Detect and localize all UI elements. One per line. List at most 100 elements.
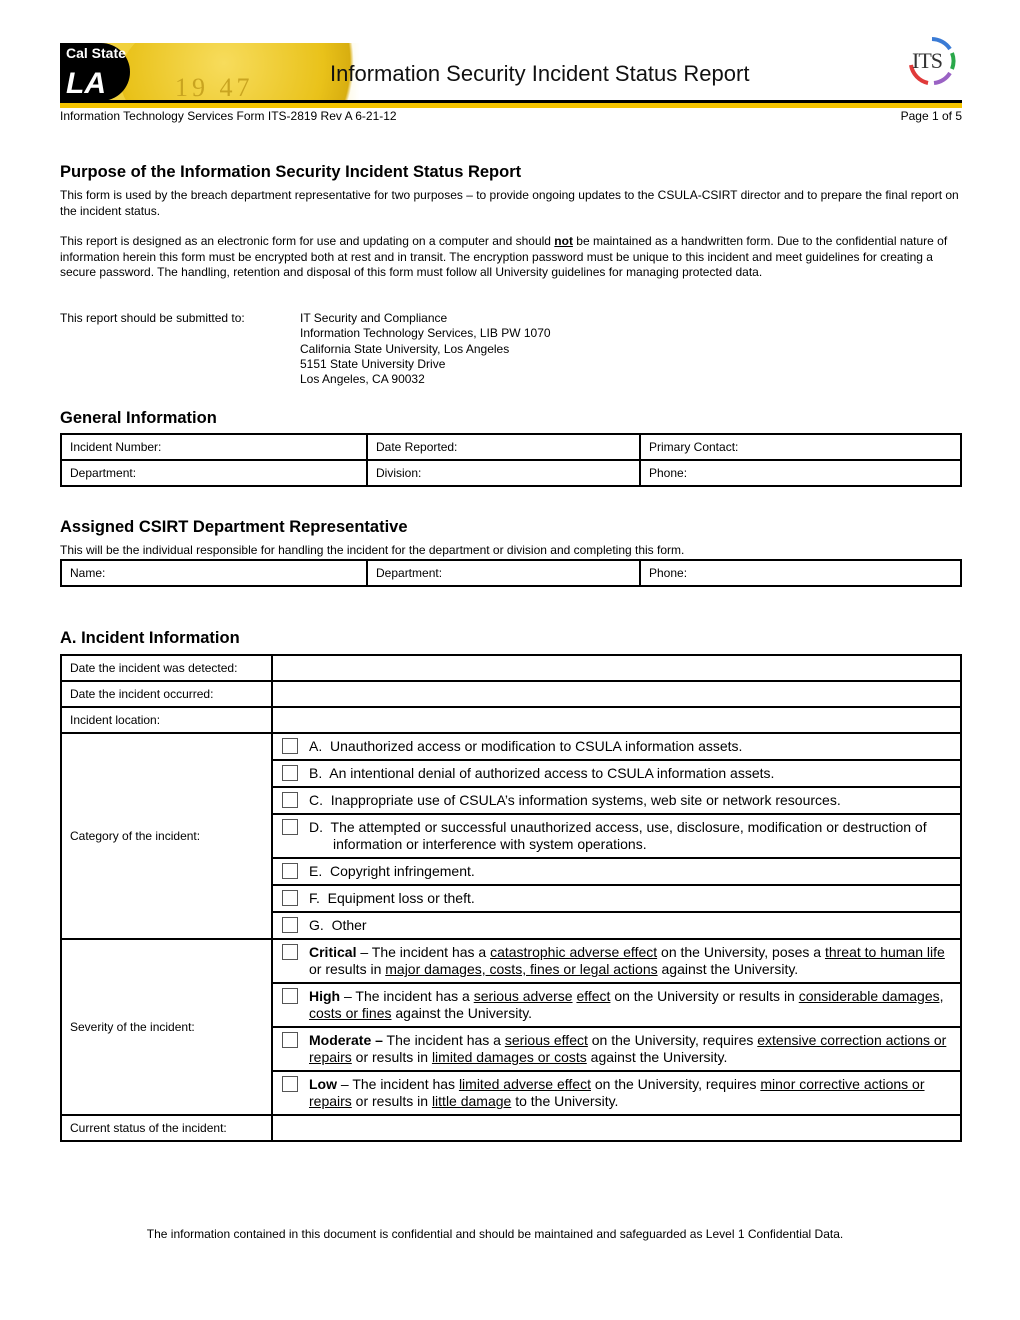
current-status-input[interactable]: [271, 1114, 962, 1142]
csirt-heading: Assigned CSIRT Department Representative: [60, 518, 408, 536]
address-line: IT Security and Compliance: [300, 311, 448, 325]
division-field[interactable]: Division:: [366, 459, 641, 487]
category-label: Category of the incident:: [60, 732, 273, 940]
category-option-g[interactable]: G. Other: [271, 911, 962, 940]
table-row: Severity of the incident: Critical – The…: [60, 938, 962, 1116]
phone-field[interactable]: Phone:: [639, 459, 962, 487]
logo-text-top: Cal State: [66, 45, 126, 61]
option-text: Equipment loss or theft.: [327, 890, 475, 906]
severity-label: Severity of the incident:: [60, 938, 273, 1116]
document-header: 19 47 Cal State LA Information Security …: [60, 37, 962, 101]
checkbox[interactable]: [282, 819, 298, 835]
table-row: Date the incident was detected:: [60, 654, 962, 682]
general-information-heading: General Information: [60, 409, 217, 427]
option-text: Copyright infringement.: [330, 863, 475, 879]
address-line: Information Technology Services, LIB PW …: [300, 326, 551, 341]
severity-option-moderate[interactable]: Moderate – The incident has a serious ef…: [271, 1026, 962, 1072]
address-line: Los Angeles, CA 90032: [300, 372, 425, 387]
submit-to-label: This report should be submitted to:: [60, 311, 245, 325]
logo-text-bottom: LA: [66, 67, 106, 100]
checkbox[interactable]: [282, 1076, 298, 1092]
severity-option-high[interactable]: High – The incident has a serious advers…: [271, 982, 962, 1028]
severity-option-low[interactable]: Low – The incident has limited adverse e…: [271, 1070, 962, 1116]
table-row: Category of the incident: A. Unauthorize…: [60, 732, 962, 940]
category-option-d[interactable]: D. The attempted or successful unauthori…: [271, 813, 962, 859]
checkbox[interactable]: [282, 765, 298, 781]
department-field[interactable]: Department:: [60, 459, 368, 487]
confidentiality-footer: The information contained in this docume…: [146, 1227, 844, 1241]
document-title: Information Security Incident Status Rep…: [330, 61, 750, 86]
university-seal-banner: 19 47 Cal State LA: [60, 43, 360, 101]
option-letter: G.: [309, 917, 324, 933]
primary-contact-field[interactable]: Primary Contact:: [639, 433, 962, 461]
checkbox[interactable]: [282, 944, 298, 960]
page-number: Page 1 of 5: [900, 109, 962, 123]
severity-option-critical[interactable]: Critical – The incident has a catastroph…: [271, 938, 962, 984]
incident-information-table: Date the incident was detected: Date the…: [60, 654, 962, 1142]
purpose-paragraph-2: This report is designed as an electronic…: [60, 234, 962, 281]
option-letter: E.: [309, 863, 323, 879]
category-option-f[interactable]: F. Equipment loss or theft.: [271, 884, 962, 913]
date-reported-field[interactable]: Date Reported:: [366, 433, 641, 461]
purpose-paragraph-1: This form is used by the breach departme…: [60, 188, 959, 218]
para2-emphasis: not: [554, 234, 573, 248]
table-row: Department: Division: Phone:: [60, 459, 962, 487]
date-occurred-input[interactable]: [271, 680, 962, 708]
location-label: Incident location:: [60, 706, 273, 734]
table-row: Incident Number: Date Reported: Primary …: [60, 433, 962, 461]
its-logo-text: ITS: [912, 48, 943, 73]
checkbox[interactable]: [282, 1032, 298, 1048]
csirt-table: Name: Department: Phone:: [60, 559, 962, 587]
option-text: The attempted or successful unauthorized…: [330, 819, 927, 852]
checkbox[interactable]: [282, 792, 298, 808]
category-option-c[interactable]: C. Inappropriate use of CSULA’s informat…: [271, 786, 962, 815]
address-lines: IT Security and Compliance Information T…: [300, 311, 700, 387]
checkbox[interactable]: [282, 738, 298, 754]
table-row: Date the incident occurred:: [60, 680, 962, 708]
option-letter: B.: [309, 765, 323, 781]
location-input[interactable]: [271, 706, 962, 734]
incident-number-field[interactable]: Incident Number:: [60, 433, 368, 461]
incident-information-heading: A. Incident Information: [60, 629, 240, 647]
option-letter: D.: [309, 819, 323, 835]
option-letter: A.: [309, 738, 323, 754]
cal-state-la-logo: Cal State LA: [60, 43, 130, 101]
severity-name: Low: [309, 1076, 337, 1092]
table-row: Incident location:: [60, 706, 962, 734]
rep-name-field[interactable]: Name:: [60, 559, 368, 587]
date-detected-label: Date the incident was detected:: [60, 654, 273, 682]
general-information-table: Incident Number: Date Reported: Primary …: [60, 433, 962, 487]
para2-text: This report is designed as an electronic…: [60, 234, 555, 248]
option-text: Unauthorized access or modification to C…: [330, 738, 743, 754]
purpose-heading: Purpose of the Information Security Inci…: [60, 163, 522, 181]
severity-name: Moderate –: [309, 1032, 383, 1048]
address-line: California State University, Los Angeles: [300, 341, 510, 356]
checkbox[interactable]: [282, 988, 298, 1004]
option-letter: F.: [309, 890, 320, 906]
category-option-e[interactable]: E. Copyright infringement.: [271, 857, 962, 886]
option-text: An intentional denial of authorized acce…: [329, 765, 775, 781]
severity-name: Critical: [309, 944, 357, 960]
checkbox[interactable]: [282, 917, 298, 933]
severity-name: High: [309, 988, 341, 1004]
form-id: Information Technology Services Form ITS…: [60, 109, 397, 123]
option-text: Inappropriate use of CSULA’s information…: [330, 792, 841, 808]
address-line: 5151 State University Drive: [300, 356, 446, 371]
table-row: Name: Department: Phone:: [60, 559, 962, 587]
seal-year: 19 47: [175, 73, 254, 101]
category-option-a[interactable]: A. Unauthorized access or modification t…: [271, 732, 962, 761]
date-occurred-label: Date the incident occurred:: [60, 680, 273, 708]
csirt-description: This will be the individual responsible …: [60, 543, 685, 557]
current-status-label: Current status of the incident:: [60, 1114, 273, 1142]
option-text: Other: [331, 917, 367, 933]
date-detected-input[interactable]: [271, 654, 962, 682]
rep-department-field[interactable]: Department:: [366, 559, 641, 587]
option-letter: C.: [309, 792, 323, 808]
header-rule-yellow: [60, 103, 962, 108]
category-option-b[interactable]: B. An intentional denial of authorized a…: [271, 759, 962, 788]
form-subheader: Information Technology Services Form ITS…: [60, 109, 962, 123]
checkbox[interactable]: [282, 863, 298, 879]
table-row: Current status of the incident:: [60, 1114, 962, 1142]
checkbox[interactable]: [282, 890, 298, 906]
rep-phone-field[interactable]: Phone:: [639, 559, 962, 587]
